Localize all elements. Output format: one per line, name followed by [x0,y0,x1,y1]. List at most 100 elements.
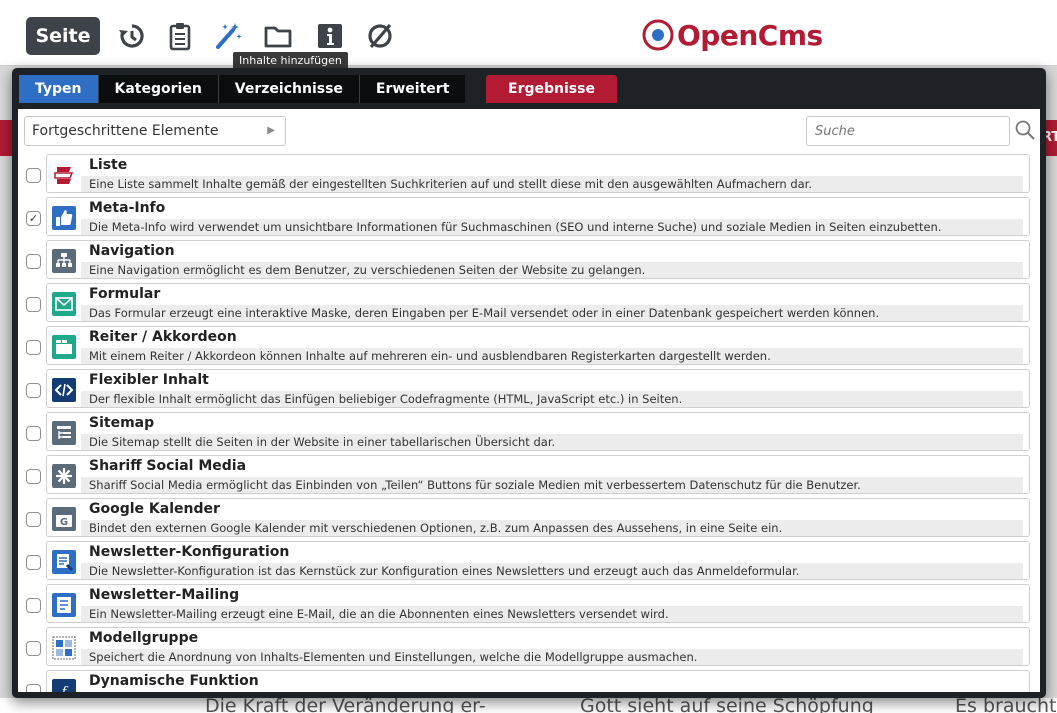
tab-kategorien[interactable]: Kategorien [97,75,218,103]
search-input[interactable] [806,116,1010,146]
newsletter-config-icon [52,550,76,574]
select-checkbox[interactable]: ✓ [26,211,41,226]
select-checkbox[interactable] [26,684,41,692]
type-card[interactable]: Reiter / Akkordeon Mit einem Reiter / Akk… [46,326,1030,365]
disabled-icon[interactable] [360,18,400,54]
type-title: Flexibler Inhalt [89,372,209,388]
model-group-icon [52,636,76,660]
type-title: Meta-Info [89,200,166,216]
type-description: Speichert die Anordnung von Inhalts-Elem… [81,649,1023,665]
list-icon [52,163,76,187]
type-list-item[interactable]: ✓ Meta-Info Die Meta-Info wird verwendet u… [18,196,1040,239]
type-title: Newsletter-Konfiguration [89,544,290,560]
type-filter-value: Fortgeschrittene Elemente [32,123,219,139]
types-panel: Fortgeschrittene Elemente ▶ Liste Eine Li… [18,109,1040,692]
dialog-tabs: Typen Kategorien Verzeichnisse Erweitert [19,75,466,103]
select-checkbox[interactable] [26,297,41,312]
type-list-item[interactable]: f Dynamische Funktion [18,669,1040,692]
select-checkbox[interactable] [26,512,41,527]
type-list-item[interactable]: Modellgruppe Speichert die Anordnung von … [18,626,1040,669]
type-list-item[interactable]: Liste Eine Liste sammelt Inhalte gemäß de… [18,153,1040,196]
chevron-right-icon: ▶ [267,125,275,136]
select-checkbox[interactable] [26,340,41,355]
select-checkbox[interactable] [26,555,41,570]
select-checkbox[interactable] [26,168,41,183]
type-list-item[interactable]: G Google Kalender Bindet den externen Goog… [18,497,1040,540]
type-card[interactable]: Modellgruppe Speichert die Anordnung von … [46,627,1030,666]
background-page-content: Die Kraft der Veränderung er- Gott sieht… [0,695,1057,713]
add-content-dialog: Typen Kategorien Verzeichnisse Erweitert… [12,68,1046,698]
sitemap-tree-icon [52,249,76,273]
envelope-icon [52,292,76,316]
type-title: Formular [89,286,161,302]
type-card[interactable]: Shariff Social Media Shariff Social Media… [46,455,1030,494]
share-star-icon [52,464,76,488]
select-checkbox[interactable] [26,469,41,484]
type-description: Die Sitemap stellt die Seiten in der Web… [81,434,1023,450]
type-title: Modellgruppe [89,630,199,646]
type-list-item[interactable]: Flexibler Inhalt Der flexible Inhalt ermö… [18,368,1040,411]
tabs-icon [52,335,76,359]
type-card[interactable]: Liste Eine Liste sammelt Inhalte gemäß de… [46,154,1030,193]
sitemap-list-icon [52,421,76,445]
type-description: Eine Navigation ermöglicht es dem Benutz… [81,262,1023,278]
type-card[interactable]: Flexibler Inhalt Der flexible Inhalt ermö… [46,369,1030,408]
type-list-item[interactable]: Navigation Eine Navigation ermöglicht es … [18,239,1040,282]
folder-icon[interactable] [258,18,298,54]
type-list-item[interactable]: Newsletter-Mailing Ein Newsletter-Mailing… [18,583,1040,626]
opencms-logo: OpenCms [641,18,823,52]
select-checkbox[interactable] [26,383,41,398]
newsletter-mailing-icon [52,593,76,617]
seite-button[interactable]: Seite [26,17,100,55]
thumbs-up-icon [52,206,76,230]
type-list: Liste Eine Liste sammelt Inhalte gemäß de… [18,153,1040,692]
type-list-item[interactable]: Newsletter-Konfiguration Die Newsletter-K… [18,540,1040,583]
clipboard-icon[interactable] [160,18,200,54]
type-list-item[interactable]: Formular Das Formular erzeugt eine intera… [18,282,1040,325]
type-card[interactable]: Newsletter-Mailing Ein Newsletter-Mailing… [46,584,1030,623]
type-title: Liste [89,157,128,173]
type-title: Newsletter-Mailing [89,587,240,603]
function-icon: f [52,679,76,692]
type-description: Der flexible Inhalt ermöglicht das Einfü… [81,391,1023,407]
type-description: Das Formular erzeugt eine interaktive Ma… [81,305,1023,321]
type-description: Shariff Social Media ermöglicht das Einb… [81,477,1023,493]
opencms-logo-icon [642,19,674,51]
type-list-item[interactable]: Reiter / Akkordeon Mit einem Reiter / Akk… [18,325,1040,368]
tab-typen[interactable]: Typen [19,75,98,103]
select-checkbox[interactable] [26,641,41,656]
type-card[interactable]: G Google Kalender Bindet den externen Goog… [46,498,1030,537]
type-list-item[interactable]: Sitemap Die Sitemap stellt die Seiten in … [18,411,1040,454]
tab-verzeichnisse[interactable]: Verzeichnisse [217,75,359,103]
select-checkbox[interactable] [26,254,41,269]
type-title: Dynamische Funktion [89,673,259,689]
top-toolbar: Seite OpenCms [0,0,1057,66]
select-checkbox[interactable] [26,598,41,613]
tab-erweitert[interactable]: Erweitert [358,75,466,103]
type-card[interactable]: Formular Das Formular erzeugt eine intera… [46,283,1030,322]
type-description: Die Newsletter-Konfiguration ist das Ker… [81,563,1023,579]
type-card[interactable]: Newsletter-Konfiguration Die Newsletter-K… [46,541,1030,580]
tab-ergebnisse[interactable]: Ergebnisse [486,75,617,103]
type-description: Eine Liste sammelt Inhalte gemäß der ein… [81,176,1023,192]
type-title: Sitemap [89,415,155,431]
type-title: Shariff Social Media [89,458,247,474]
type-title: Reiter / Akkordeon [89,329,237,345]
type-list-item[interactable]: Shariff Social Media Shariff Social Media… [18,454,1040,497]
logo-text: OpenCms [677,18,823,52]
type-card[interactable]: f Dynamische Funktion [46,670,1030,692]
select-checkbox[interactable] [26,426,41,441]
search-icon[interactable] [1014,119,1036,141]
background-banner-left [0,120,12,156]
type-description: Bindet den externen Google Kalender mit … [81,520,1023,536]
type-card[interactable]: Navigation Eine Navigation ermöglicht es … [46,240,1030,279]
info-icon[interactable] [310,18,350,54]
type-title: Google Kalender [89,501,220,517]
type-card[interactable]: Sitemap Die Sitemap stellt die Seiten in … [46,412,1030,451]
type-filter-select[interactable]: Fortgeschrittene Elemente ▶ [24,116,286,146]
magic-wand-icon[interactable] [208,18,248,54]
type-description: Mit einem Reiter / Akkordeon können Inha… [81,348,1023,364]
type-card[interactable]: Meta-Info Die Meta-Info wird verwendet um… [46,197,1030,236]
google-calendar-icon: G [52,507,76,531]
history-icon[interactable] [112,18,152,54]
